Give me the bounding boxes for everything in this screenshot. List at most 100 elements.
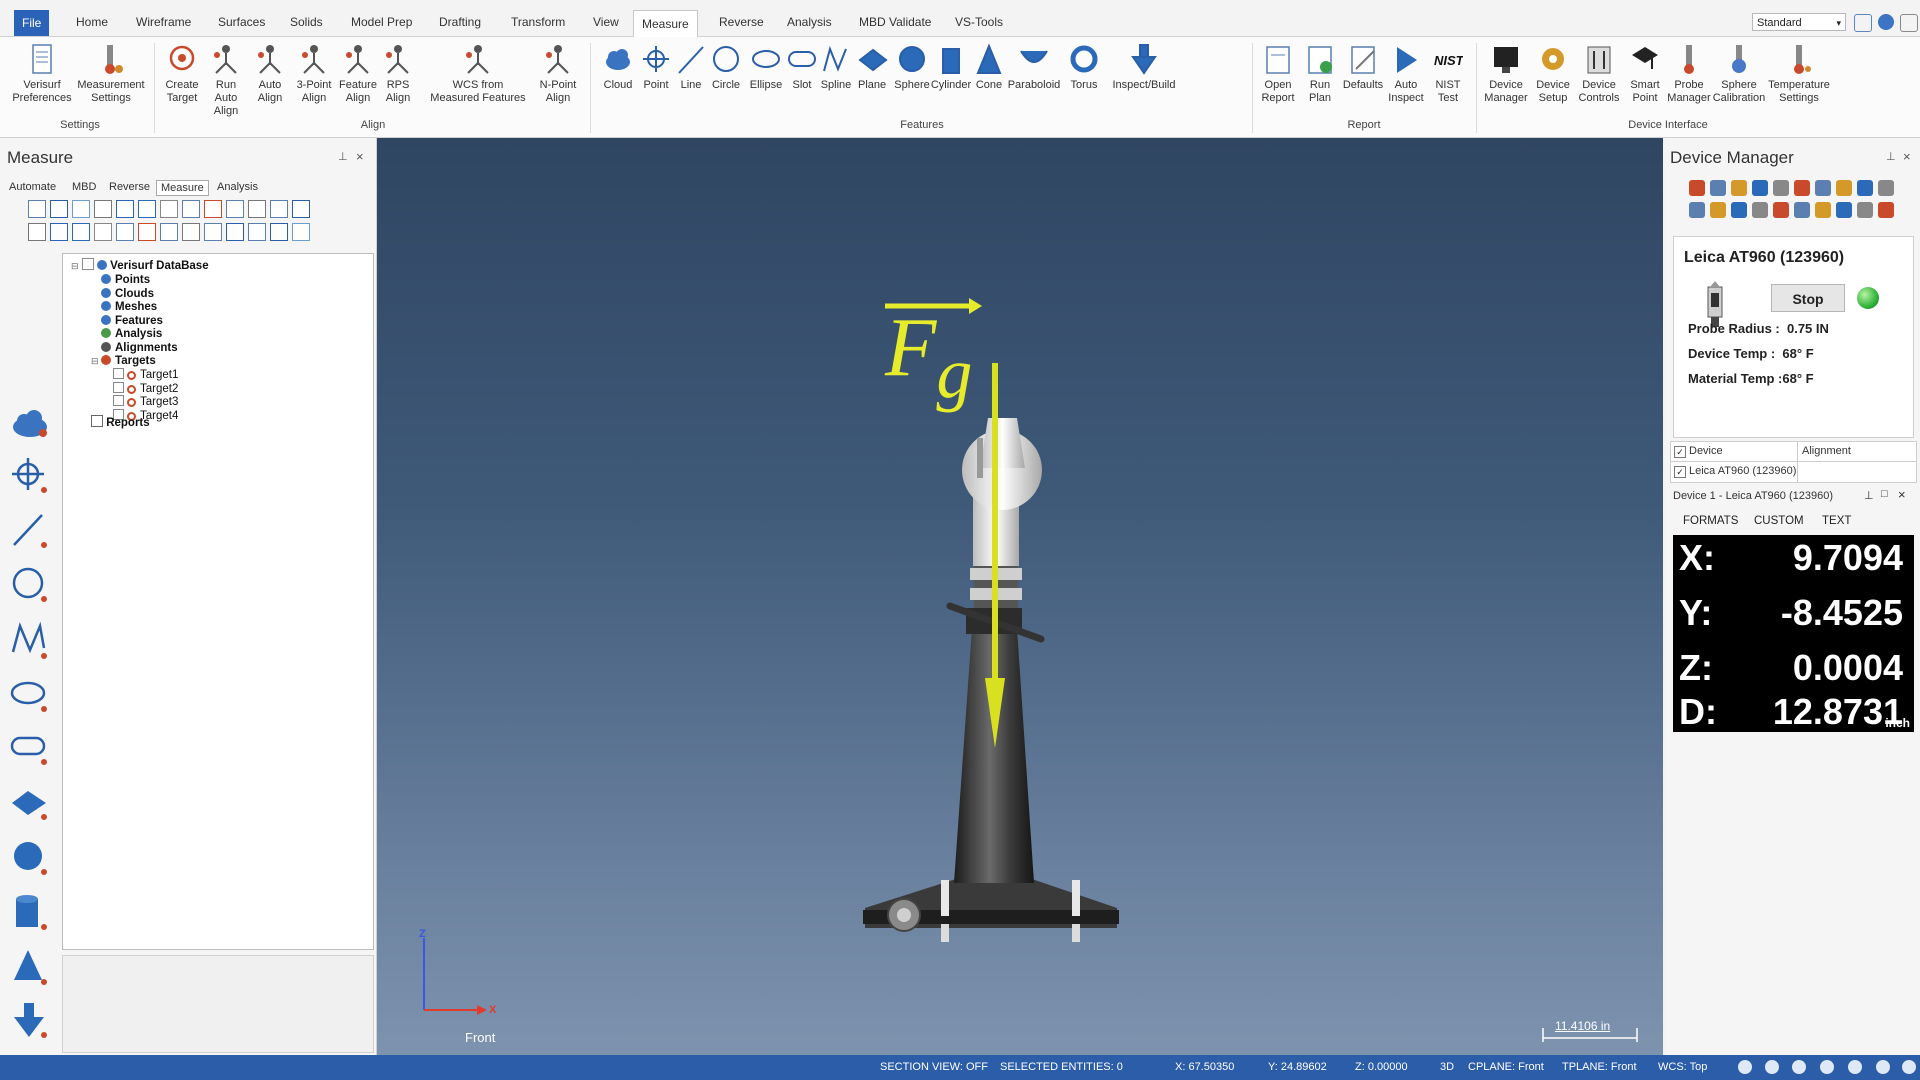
- device-tool-icon[interactable]: [1836, 180, 1852, 196]
- gear-icon[interactable]: [1792, 1060, 1806, 1074]
- close-icon[interactable]: ×: [1898, 487, 1906, 502]
- globe-icon[interactable]: [1738, 1060, 1752, 1074]
- point-button[interactable]: Point: [640, 43, 672, 92]
- toolbar-tool-icon[interactable]: [226, 200, 244, 218]
- rps-align-button[interactable]: RPS Align: [378, 43, 418, 105]
- tab-model-prep[interactable]: Model Prep: [343, 8, 420, 36]
- device-row-checkbox[interactable]: ✓: [1674, 466, 1686, 478]
- 3d-viewport[interactable]: Fg Z X Front 11.4106 in: [377, 138, 1663, 1055]
- shade-icon[interactable]: [1848, 1060, 1862, 1074]
- toolbar-tool-icon[interactable]: [72, 200, 90, 218]
- ellipse-icon[interactable]: [10, 675, 50, 715]
- cone-icon[interactable]: [10, 948, 50, 988]
- tree-root[interactable]: ⊟ Verisurf DataBase: [71, 258, 209, 272]
- toolbar-tool-icon[interactable]: [138, 200, 156, 218]
- shade-icon[interactable]: [1820, 1060, 1834, 1074]
- cone-button[interactable]: Cone: [971, 43, 1007, 92]
- collapse-icon[interactable]: ⊟: [91, 356, 101, 366]
- plane-icon[interactable]: [10, 783, 50, 823]
- paraboloid-button[interactable]: Paraboloid: [1006, 43, 1062, 92]
- pin-icon[interactable]: ⊥: [338, 150, 348, 163]
- cloud-button[interactable]: Cloud: [602, 43, 634, 92]
- device-tool-icon[interactable]: [1689, 202, 1705, 218]
- run-plan-button[interactable]: Run Plan: [1300, 43, 1340, 105]
- toolbar-tool-icon[interactable]: [50, 223, 68, 241]
- tab-surfaces[interactable]: Surfaces: [210, 8, 273, 36]
- tree-item-clouds[interactable]: Clouds: [101, 287, 154, 300]
- toolbar-tool-icon[interactable]: [248, 200, 266, 218]
- toolbar-tool-icon[interactable]: [94, 223, 112, 241]
- sphere-calibration-button[interactable]: Sphere Calibration: [1712, 43, 1766, 105]
- device-tool-icon[interactable]: [1773, 202, 1789, 218]
- toolbar-tool-icon[interactable]: [72, 223, 90, 241]
- device-tool-icon[interactable]: [1857, 202, 1873, 218]
- window-icon[interactable]: [1854, 14, 1872, 32]
- slot-button[interactable]: Slot: [786, 43, 818, 92]
- tab-drafting[interactable]: Drafting: [431, 8, 489, 36]
- render-icon[interactable]: [1876, 1060, 1890, 1074]
- tab-view[interactable]: View: [585, 8, 627, 36]
- three-point-align-button[interactable]: 3-Point Align: [292, 43, 336, 105]
- subtab-measure[interactable]: Measure: [156, 180, 209, 196]
- device-tool-icon[interactable]: [1731, 180, 1747, 196]
- workspace-select[interactable]: Standard ▾: [1752, 13, 1846, 31]
- tab-reverse[interactable]: Reverse: [711, 8, 772, 36]
- tab-file[interactable]: File: [14, 10, 50, 36]
- tree-item-target[interactable]: Target1: [113, 368, 178, 381]
- line-icon[interactable]: [10, 511, 50, 551]
- tab-custom[interactable]: CUSTOM: [1754, 515, 1804, 527]
- tree-item-alignments[interactable]: Alignments: [101, 341, 178, 354]
- device-tool-icon[interactable]: [1878, 202, 1894, 218]
- stop-button[interactable]: Stop: [1771, 284, 1845, 312]
- checkbox-icon[interactable]: [113, 395, 124, 406]
- tab-analysis[interactable]: Analysis: [779, 8, 840, 36]
- minimize-ribbon-icon[interactable]: [1900, 14, 1918, 32]
- inspect-build-button[interactable]: Inspect/Build: [1106, 43, 1182, 92]
- device-tool-icon[interactable]: [1689, 180, 1705, 196]
- tree-item-reports[interactable]: Reports: [91, 415, 150, 429]
- wcs-status[interactable]: WCS: Top: [1658, 1061, 1707, 1073]
- verisurf-preferences-button[interactable]: Verisurf Preferences: [10, 43, 74, 105]
- tab-measure[interactable]: Measure: [633, 10, 698, 37]
- device-setup-button[interactable]: Device Setup: [1532, 43, 1574, 105]
- tree-item-meshes[interactable]: Meshes: [101, 301, 157, 313]
- toolbar-tool-icon[interactable]: [138, 223, 156, 241]
- toolbar-tool-icon[interactable]: [292, 223, 310, 241]
- toolbar-tool-icon[interactable]: [182, 200, 200, 218]
- line-button[interactable]: Line: [675, 43, 707, 92]
- n-point-align-button[interactable]: N-Point Align: [534, 43, 582, 105]
- ellipse-button[interactable]: Ellipse: [748, 43, 784, 92]
- tree-item-target[interactable]: Target2: [113, 381, 178, 395]
- auto-align-button[interactable]: Auto Align: [250, 43, 290, 105]
- nist-test-button[interactable]: NIST NIST Test: [1428, 43, 1468, 105]
- tab-wireframe[interactable]: Wireframe: [128, 8, 199, 36]
- wcs-from-measured-features-button[interactable]: WCS from Measured Features: [426, 43, 530, 105]
- toolbar-tool-icon[interactable]: [116, 223, 134, 241]
- toolbar-tool-icon[interactable]: [28, 223, 46, 241]
- checkbox-icon[interactable]: [81, 258, 94, 270]
- inspect-build-icon[interactable]: [10, 1001, 50, 1041]
- tab-formats[interactable]: FORMATS: [1683, 515, 1738, 527]
- cplane-status[interactable]: CPLANE: Front: [1468, 1061, 1544, 1073]
- toolbar-tool-icon[interactable]: [204, 223, 222, 241]
- toolbar-tool-icon[interactable]: [204, 200, 222, 218]
- tree-item-targets[interactable]: ⊟ Targets: [91, 355, 156, 367]
- collapse-icon[interactable]: ⊟: [71, 261, 79, 271]
- toolbar-tool-icon[interactable]: [248, 223, 266, 241]
- subtab-automate[interactable]: Automate: [5, 180, 60, 194]
- device-tool-icon[interactable]: [1731, 202, 1747, 218]
- tab-transform[interactable]: Transform: [503, 8, 573, 36]
- device-tool-icon[interactable]: [1794, 180, 1810, 196]
- cylinder-button[interactable]: Cylinder: [930, 43, 972, 92]
- toolbar-tool-icon[interactable]: [160, 223, 178, 241]
- tab-home[interactable]: Home: [68, 8, 116, 36]
- tab-solids[interactable]: Solids: [282, 8, 331, 36]
- torus-button[interactable]: Torus: [1066, 43, 1102, 92]
- device-tool-icon[interactable]: [1857, 180, 1873, 196]
- toolbar-tool-icon[interactable]: [116, 200, 134, 218]
- display-icon[interactable]: [1902, 1060, 1916, 1074]
- plane-button[interactable]: Plane: [858, 43, 888, 92]
- device-tool-icon[interactable]: [1815, 180, 1831, 196]
- device-controls-button[interactable]: Device Controls: [1576, 43, 1622, 105]
- cloud-icon[interactable]: [10, 403, 50, 443]
